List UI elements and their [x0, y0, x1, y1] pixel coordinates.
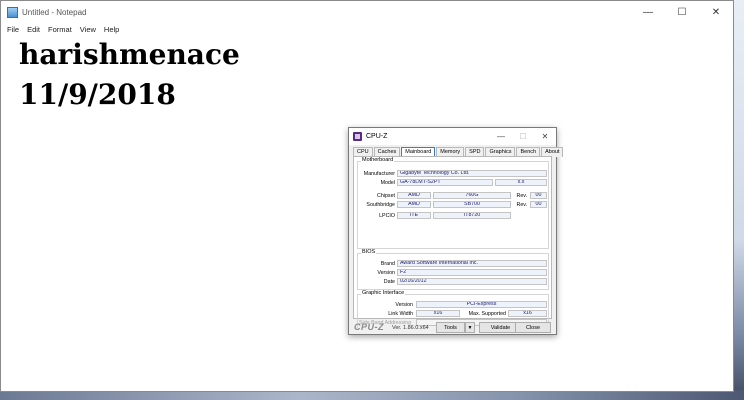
model-value: GA-78LMT-S2PT	[397, 179, 493, 186]
notepad-text-area[interactable]: harishmenace 11/9/2018	[19, 35, 240, 115]
cpuz-app-icon	[353, 132, 362, 141]
minimize-icon[interactable]: —	[631, 1, 665, 23]
chipset-vendor-value: AMD	[397, 192, 431, 199]
menu-view[interactable]: View	[76, 25, 100, 34]
chipset-rev-value: 00	[530, 192, 547, 199]
manufacturer-label: Manufacturer	[363, 171, 395, 177]
graphic-interface-group-title: Graphic Interface	[361, 290, 406, 296]
tools-button[interactable]: Tools	[436, 322, 465, 333]
cpuz-version: Ver. 1.86.0.x64	[392, 325, 429, 331]
model-label: Model	[380, 180, 395, 186]
max-supported-label: Max. Supported	[468, 311, 506, 317]
southbridge-rev-label: Rev.	[516, 202, 528, 208]
chipset-model-value: 760G	[433, 192, 511, 199]
cpuz-footer: CPU-Z Ver. 1.86.0.x64 Tools ▼ Validate C…	[349, 322, 556, 334]
close-icon[interactable]: ✕	[534, 128, 556, 145]
cpuz-title: CPU-Z	[366, 133, 388, 140]
close-button[interactable]: Close	[515, 322, 551, 333]
southbridge-label: Southbridge	[366, 202, 395, 208]
menu-file[interactable]: File	[3, 25, 23, 34]
lpcio-vendor-value: ITE	[397, 212, 431, 219]
notepad-menubar: File Edit Format View Help	[1, 23, 733, 35]
bios-group: BIOS Brand Award Software International …	[357, 249, 549, 290]
motherboard-group-title: Motherboard	[361, 157, 395, 163]
bios-version-value: F2	[397, 269, 547, 276]
gi-version-label: Version	[395, 302, 413, 308]
chipset-rev-label: Rev.	[516, 193, 528, 199]
mainboard-panel: Motherboard Manufacturer Gigabyte Techno…	[353, 156, 552, 328]
southbridge-vendor-value: AMD	[397, 201, 431, 208]
bios-date-value: 02/16/2012	[397, 278, 547, 285]
menu-format[interactable]: Format	[44, 25, 76, 34]
desktop-wallpaper-right	[734, 0, 744, 400]
gi-version-value: PCI-Express	[416, 301, 547, 308]
menu-edit[interactable]: Edit	[23, 25, 44, 34]
bios-version-label: Version	[377, 270, 395, 276]
chipset-label: Chipset	[377, 193, 395, 199]
tools-dropdown-icon[interactable]: ▼	[465, 322, 475, 333]
motherboard-group: Motherboard Manufacturer Gigabyte Techno…	[357, 157, 549, 249]
max-supported-value: x16	[508, 310, 547, 317]
manufacturer-value: Gigabyte Technology Co. Ltd.	[397, 170, 547, 177]
bios-date-label: Date	[383, 279, 395, 285]
cpuz-window: CPU-Z — ☐ ✕ CPU Caches Mainboard Memory …	[348, 127, 564, 335]
maximize-icon[interactable]: ☐	[665, 1, 699, 23]
minimize-icon[interactable]: —	[490, 128, 512, 145]
notepad-icon	[7, 6, 18, 18]
text-line-2: 11/9/2018	[19, 78, 176, 111]
text-line-1: harishmenace	[19, 38, 240, 71]
link-width-value: x16	[416, 310, 460, 317]
bios-group-title: BIOS	[361, 249, 377, 255]
lpcio-label: LPCIO	[379, 213, 395, 219]
menu-help[interactable]: Help	[100, 25, 123, 34]
close-icon[interactable]: ✕	[699, 1, 733, 23]
cpuz-titlebar[interactable]: CPU-Z — ☐ ✕	[349, 128, 556, 145]
southbridge-model-value: SB700	[433, 201, 511, 208]
notepad-title: Untitled - Notepad	[22, 7, 87, 17]
link-width-label: Link Width	[388, 311, 413, 317]
lpcio-model-value: IT8720	[433, 212, 511, 219]
model-revision-value: x.x	[495, 179, 547, 186]
cpuz-logo: CPU-Z	[354, 322, 384, 332]
maximize-icon: ☐	[519, 132, 527, 141]
southbridge-rev-value: 00	[530, 201, 547, 208]
bios-brand-value: Award Software International Inc.	[397, 260, 547, 267]
bios-brand-label: Brand	[380, 261, 395, 267]
notepad-titlebar[interactable]: Untitled - Notepad — ☐ ✕	[1, 1, 733, 23]
